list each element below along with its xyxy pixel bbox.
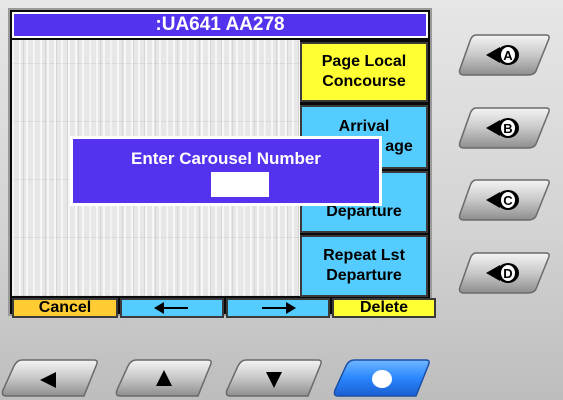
delete-button[interactable]: Delete <box>332 298 436 318</box>
side-button-label: D <box>503 266 512 281</box>
softkey-label-line2: Concourse <box>322 73 406 90</box>
title-bar: :UA641 AA278 <box>12 12 428 38</box>
softkey-label-line1: Arrival <box>338 118 390 135</box>
softkey-label-line2: Departure <box>326 267 402 284</box>
softkey-label-line1: Repeat Lst <box>323 247 405 264</box>
side-button-label: C <box>503 193 513 208</box>
nav-down-button[interactable] <box>224 356 324 400</box>
softkey-label-line2: age <box>385 138 413 155</box>
side-button-c[interactable]: C <box>456 178 552 222</box>
side-button-d[interactable]: D <box>456 251 552 295</box>
nav-up-button[interactable] <box>114 356 214 400</box>
dialog-title: Enter Carousel Number <box>131 149 321 168</box>
right-arrow-icon <box>262 302 296 314</box>
cursor-left-button[interactable] <box>120 298 224 318</box>
side-button-a[interactable]: A <box>456 33 552 77</box>
left-arrow-icon <box>154 302 188 314</box>
softkey-page-local-concourse[interactable]: Page Local Concourse <box>300 42 428 102</box>
cursor-right-button[interactable] <box>226 298 330 318</box>
cancel-button[interactable]: Cancel <box>12 298 118 318</box>
side-button-b[interactable]: B <box>456 106 552 150</box>
softkey-repeat-last-departure[interactable]: Repeat Lst Departure <box>300 235 428 297</box>
nav-left-button[interactable] <box>0 356 100 400</box>
nav-select-button[interactable] <box>332 356 432 400</box>
bottom-softkey-bar: Cancel Delete <box>12 298 436 318</box>
side-button-label: B <box>503 121 512 136</box>
side-button-label: A <box>503 48 513 63</box>
carousel-number-input[interactable] <box>211 172 269 197</box>
device-screen: :UA641 AA278 Page Local Concourse Arriva… <box>8 8 436 318</box>
softkey-label-line1: Page Local <box>321 53 407 70</box>
carousel-number-dialog: Enter Carousel Number <box>70 136 382 206</box>
circle-icon <box>372 370 392 388</box>
